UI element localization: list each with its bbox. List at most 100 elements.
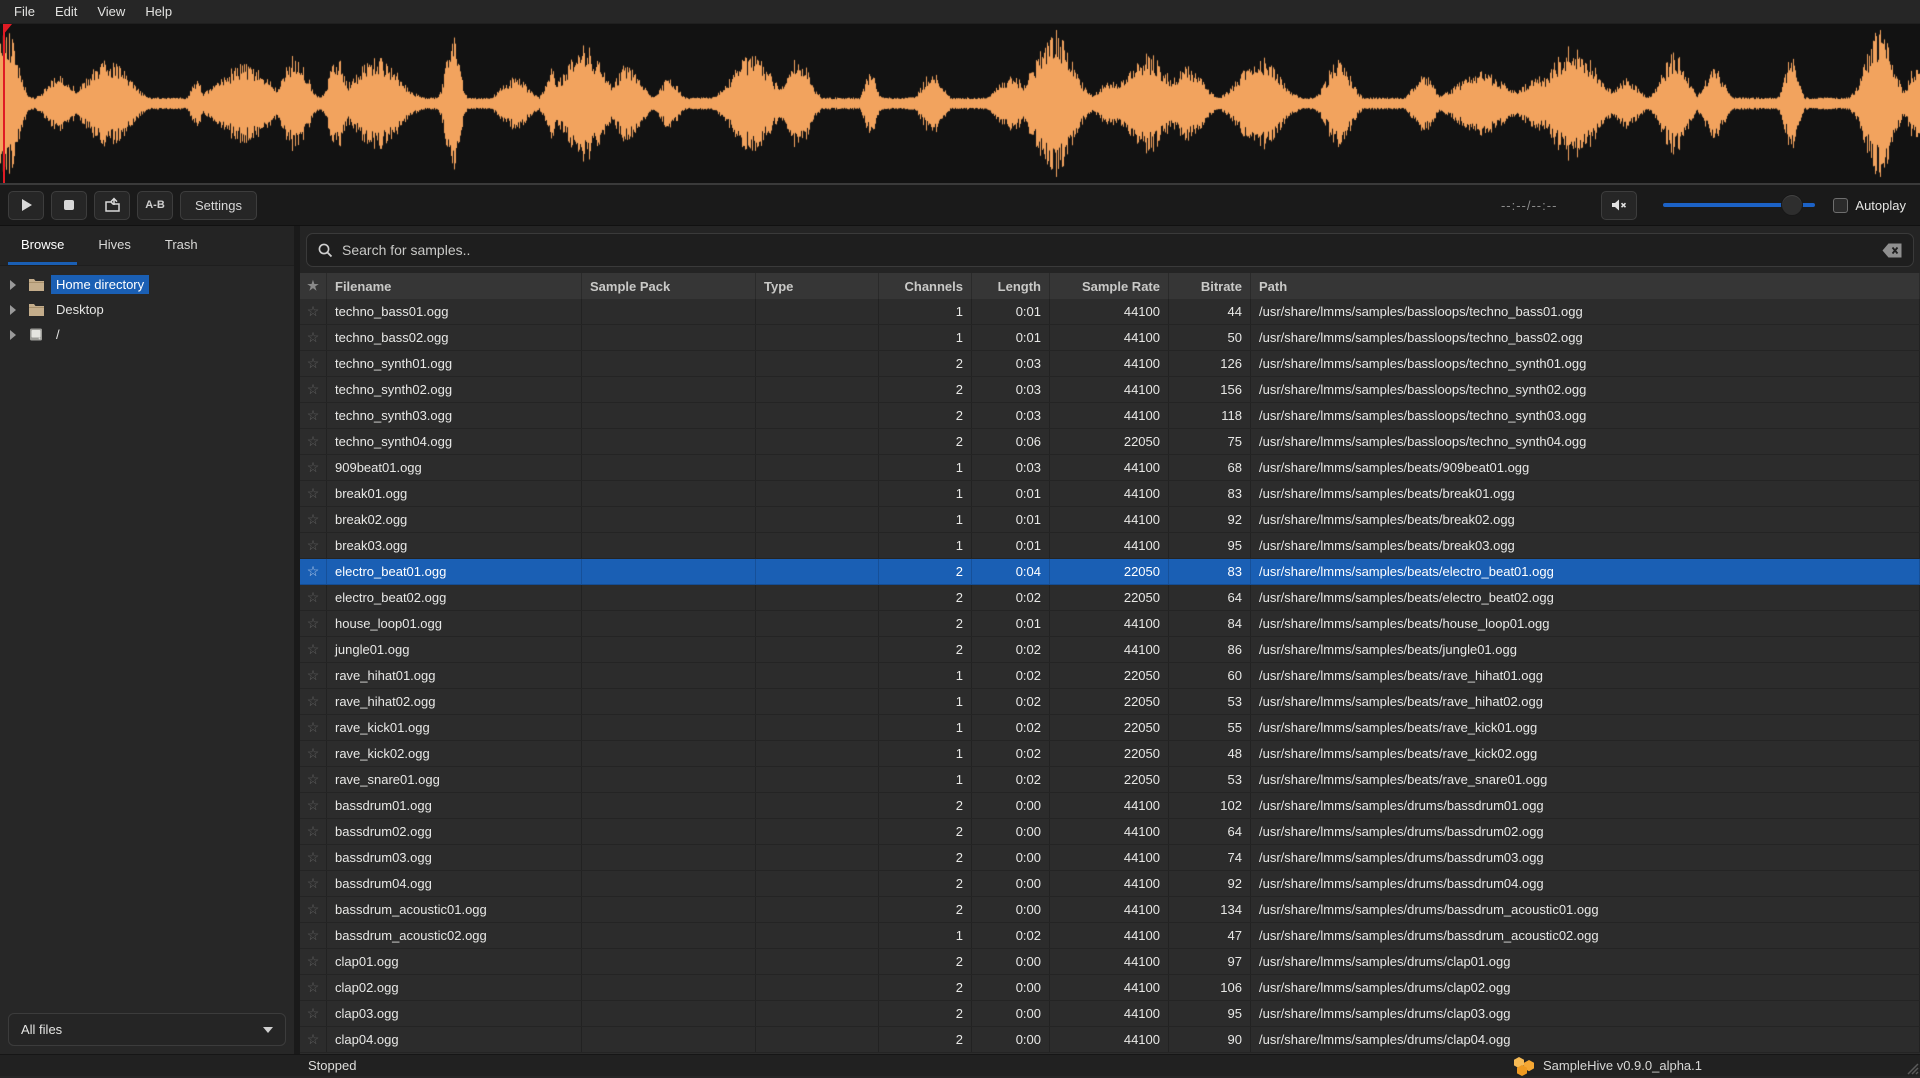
autoplay-checkbox[interactable]: [1833, 198, 1848, 213]
open-folder-button[interactable]: [94, 191, 130, 220]
table-row[interactable]: ☆techno_synth03.ogg20:0344100118/usr/sha…: [300, 403, 1920, 429]
loop-ab-button[interactable]: A-B: [137, 191, 173, 220]
playhead-marker-icon[interactable]: [3, 24, 12, 35]
favorite-star-icon[interactable]: ☆: [300, 377, 327, 402]
settings-button[interactable]: Settings: [180, 191, 257, 220]
favorite-star-icon[interactable]: ☆: [300, 637, 327, 662]
table-row[interactable]: ☆bassdrum_acoustic01.ogg20:0044100134/us…: [300, 897, 1920, 923]
favorite-star-icon[interactable]: ☆: [300, 507, 327, 532]
favorite-star-icon[interactable]: ☆: [300, 871, 327, 896]
tab-hives[interactable]: Hives: [85, 226, 144, 265]
table-row[interactable]: ☆techno_synth01.ogg20:0344100126/usr/sha…: [300, 351, 1920, 377]
menu-item-file[interactable]: File: [4, 2, 45, 21]
volume-slider[interactable]: [1663, 194, 1815, 216]
tab-trash[interactable]: Trash: [152, 226, 211, 265]
expander-arrow-icon[interactable]: [10, 330, 16, 340]
favorite-column-header-icon[interactable]: ★: [300, 273, 327, 299]
favorite-star-icon[interactable]: ☆: [300, 689, 327, 714]
favorite-star-icon[interactable]: ☆: [300, 663, 327, 688]
column-header-channels[interactable]: Channels: [879, 273, 972, 299]
table-row[interactable]: ☆techno_synth02.ogg20:0344100156/usr/sha…: [300, 377, 1920, 403]
favorite-star-icon[interactable]: ☆: [300, 585, 327, 610]
table-row[interactable]: ☆bassdrum_acoustic02.ogg10:024410047/usr…: [300, 923, 1920, 949]
waveform-canvas[interactable]: [0, 24, 1920, 183]
favorite-star-icon[interactable]: ☆: [300, 299, 327, 324]
menu-item-view[interactable]: View: [87, 2, 135, 21]
column-header-length[interactable]: Length: [972, 273, 1050, 299]
column-header-filename[interactable]: Filename: [327, 273, 582, 299]
table-row[interactable]: ☆break02.ogg10:014410092/usr/share/lmms/…: [300, 507, 1920, 533]
search-bar[interactable]: [306, 233, 1914, 267]
table-row[interactable]: ☆rave_hihat02.ogg10:022205053/usr/share/…: [300, 689, 1920, 715]
favorite-star-icon[interactable]: ☆: [300, 975, 327, 1000]
favorite-star-icon[interactable]: ☆: [300, 715, 327, 740]
column-header-sample-rate[interactable]: Sample Rate: [1050, 273, 1169, 299]
column-header-type[interactable]: Type: [756, 273, 879, 299]
column-header-bitrate[interactable]: Bitrate: [1169, 273, 1251, 299]
favorite-star-icon[interactable]: ☆: [300, 559, 327, 584]
favorite-star-icon[interactable]: ☆: [300, 923, 327, 948]
table-row[interactable]: ☆electro_beat02.ogg20:022205064/usr/shar…: [300, 585, 1920, 611]
menu-item-help[interactable]: Help: [135, 2, 182, 21]
favorite-star-icon[interactable]: ☆: [300, 403, 327, 428]
cell-path: /usr/share/lmms/samples/drums/clap04.ogg: [1251, 1027, 1920, 1052]
clear-search-icon[interactable]: [1882, 243, 1903, 258]
table-row[interactable]: ☆jungle01.ogg20:024410086/usr/share/lmms…: [300, 637, 1920, 663]
menu-item-edit[interactable]: Edit: [45, 2, 87, 21]
favorite-star-icon[interactable]: ☆: [300, 481, 327, 506]
cell-type: [756, 1027, 879, 1052]
favorite-star-icon[interactable]: ☆: [300, 611, 327, 636]
table-row[interactable]: ☆909beat01.ogg10:034410068/usr/share/lmm…: [300, 455, 1920, 481]
table-row[interactable]: ☆break01.ogg10:014410083/usr/share/lmms/…: [300, 481, 1920, 507]
favorite-star-icon[interactable]: ☆: [300, 767, 327, 792]
favorite-star-icon[interactable]: ☆: [300, 533, 327, 558]
file-filter-dropdown[interactable]: All files: [8, 1013, 286, 1046]
favorite-star-icon[interactable]: ☆: [300, 455, 327, 480]
favorite-star-icon[interactable]: ☆: [300, 741, 327, 766]
favorite-star-icon[interactable]: ☆: [300, 351, 327, 376]
waveform-panel[interactable]: [0, 24, 1920, 185]
table-row[interactable]: ☆rave_snare01.ogg10:022205053/usr/share/…: [300, 767, 1920, 793]
table-row[interactable]: ☆rave_kick01.ogg10:022205055/usr/share/l…: [300, 715, 1920, 741]
favorite-star-icon[interactable]: ☆: [300, 429, 327, 454]
table-row[interactable]: ☆clap03.ogg20:004410095/usr/share/lmms/s…: [300, 1001, 1920, 1027]
column-header-path[interactable]: Path: [1251, 273, 1920, 299]
column-header-sample-pack[interactable]: Sample Pack: [582, 273, 756, 299]
tree-item-home-directory[interactable]: Home directory: [0, 272, 294, 297]
favorite-star-icon[interactable]: ☆: [300, 949, 327, 974]
mute-button[interactable]: [1601, 191, 1637, 220]
tree-item-desktop[interactable]: Desktop: [0, 297, 294, 322]
cell-path: /usr/share/lmms/samples/drums/bassdrum01…: [1251, 793, 1920, 818]
table-row[interactable]: ☆bassdrum02.ogg20:004410064/usr/share/lm…: [300, 819, 1920, 845]
table-row[interactable]: ☆techno_bass01.ogg10:014410044/usr/share…: [300, 299, 1920, 325]
tree-item--[interactable]: /: [0, 322, 294, 347]
resize-grip[interactable]: [1903, 1059, 1919, 1075]
table-row[interactable]: ☆techno_synth04.ogg20:062205075/usr/shar…: [300, 429, 1920, 455]
table-row[interactable]: ☆clap02.ogg20:0044100106/usr/share/lmms/…: [300, 975, 1920, 1001]
table-row[interactable]: ☆rave_hihat01.ogg10:022205060/usr/share/…: [300, 663, 1920, 689]
table-row[interactable]: ☆clap04.ogg20:004410090/usr/share/lmms/s…: [300, 1027, 1920, 1053]
table-row[interactable]: ☆bassdrum01.ogg20:0044100102/usr/share/l…: [300, 793, 1920, 819]
favorite-star-icon[interactable]: ☆: [300, 897, 327, 922]
table-row[interactable]: ☆techno_bass02.ogg10:014410050/usr/share…: [300, 325, 1920, 351]
table-row[interactable]: ☆clap01.ogg20:004410097/usr/share/lmms/s…: [300, 949, 1920, 975]
favorite-star-icon[interactable]: ☆: [300, 845, 327, 870]
favorite-star-icon[interactable]: ☆: [300, 1027, 327, 1052]
expander-arrow-icon[interactable]: [10, 280, 16, 290]
favorite-star-icon[interactable]: ☆: [300, 325, 327, 350]
favorite-star-icon[interactable]: ☆: [300, 1001, 327, 1026]
table-row[interactable]: ☆bassdrum04.ogg20:004410092/usr/share/lm…: [300, 871, 1920, 897]
search-input[interactable]: [342, 242, 1882, 258]
favorite-star-icon[interactable]: ☆: [300, 793, 327, 818]
stop-button[interactable]: [51, 191, 87, 220]
expander-arrow-icon[interactable]: [10, 305, 16, 315]
volume-slider-handle[interactable]: [1781, 194, 1803, 216]
tab-browse[interactable]: Browse: [8, 226, 77, 265]
favorite-star-icon[interactable]: ☆: [300, 819, 327, 844]
play-button[interactable]: [8, 191, 44, 220]
table-row[interactable]: ☆electro_beat01.ogg20:042205083/usr/shar…: [300, 559, 1920, 585]
table-row[interactable]: ☆rave_kick02.ogg10:022205048/usr/share/l…: [300, 741, 1920, 767]
table-row[interactable]: ☆house_loop01.ogg20:014410084/usr/share/…: [300, 611, 1920, 637]
table-row[interactable]: ☆bassdrum03.ogg20:004410074/usr/share/lm…: [300, 845, 1920, 871]
table-row[interactable]: ☆break03.ogg10:014410095/usr/share/lmms/…: [300, 533, 1920, 559]
